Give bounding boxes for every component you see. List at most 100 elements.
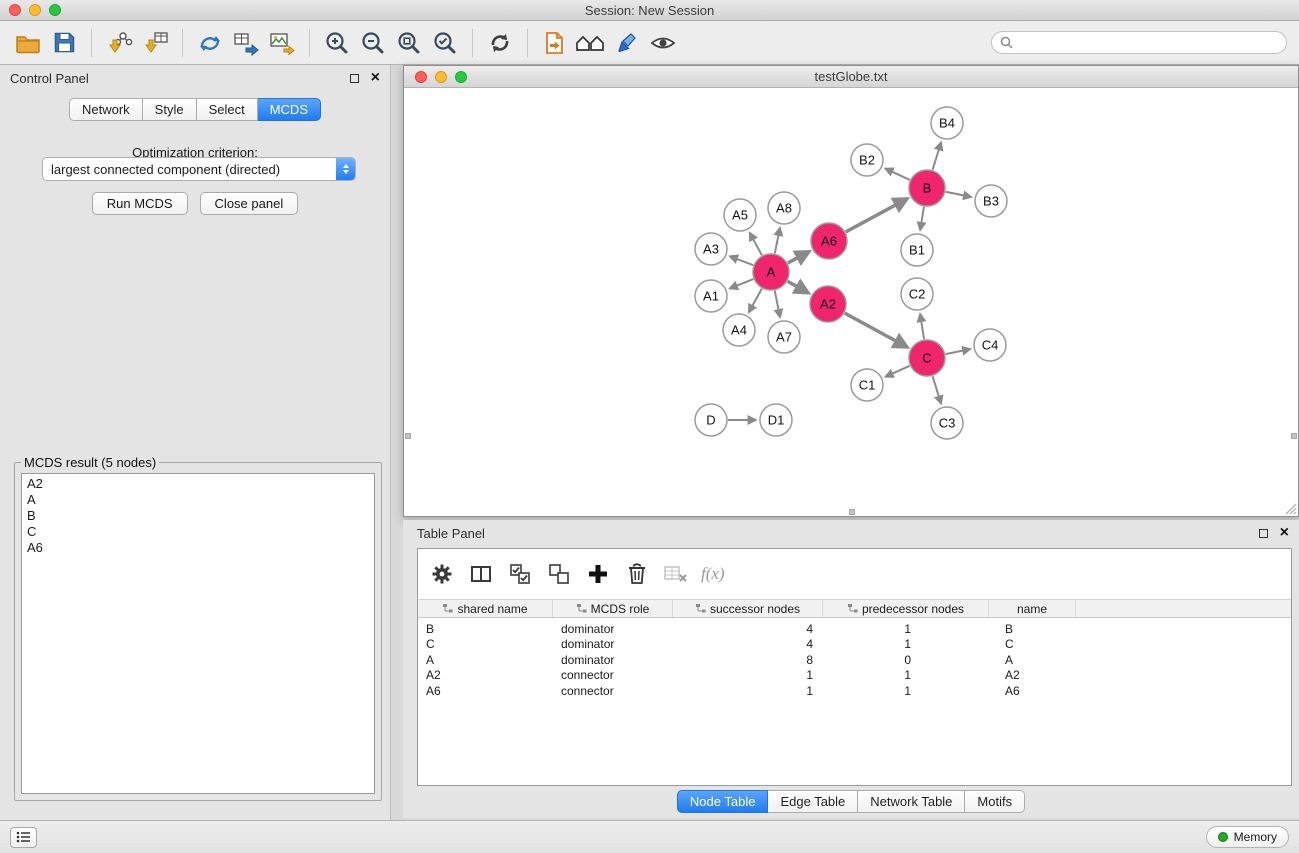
graph-node-A2[interactable]: A2: [810, 286, 846, 322]
graph-node-D[interactable]: D: [695, 404, 727, 436]
select-all-button[interactable]: [506, 560, 534, 588]
graph-edge-A-A8[interactable]: [775, 228, 780, 254]
zoom-window-button[interactable]: [49, 4, 61, 16]
column-header-successor-nodes[interactable]: successor nodes: [673, 600, 823, 617]
criterion-select[interactable]: largest connected component (directed): [42, 157, 356, 181]
tab-network[interactable]: Network: [69, 98, 143, 121]
graph-node-B3[interactable]: B3: [975, 185, 1007, 217]
toggle-visibility-button[interactable]: [645, 27, 681, 59]
graph-edge-A-A6[interactable]: [788, 251, 810, 263]
graph-edge-A-A4[interactable]: [749, 289, 762, 313]
tab-network-table[interactable]: Network Table: [858, 790, 965, 813]
graph-node-A3[interactable]: A3: [695, 233, 727, 265]
splitter-grip[interactable]: [849, 509, 855, 515]
graph-node-C[interactable]: C: [909, 340, 945, 376]
apply-layout-button[interactable]: [482, 27, 518, 59]
zoom-selected-button[interactable]: [427, 27, 463, 59]
graph-node-A7[interactable]: A7: [768, 321, 800, 353]
table-settings-button[interactable]: [428, 560, 456, 588]
show-columns-button[interactable]: [467, 560, 495, 588]
graph-node-A1[interactable]: A1: [695, 280, 727, 312]
tab-select[interactable]: Select: [197, 98, 258, 121]
graph-edge-C-C2[interactable]: [920, 314, 924, 339]
function-builder-button[interactable]: f(x): [701, 560, 725, 588]
search-input[interactable]: [1018, 36, 1278, 50]
table-row[interactable]: Cdominator41C: [418, 637, 1291, 653]
import-table-button[interactable]: [137, 27, 173, 59]
zoom-out-button[interactable]: [355, 27, 391, 59]
graph-node-C1[interactable]: C1: [851, 369, 883, 401]
mcds-result-list[interactable]: A2ABCA6: [21, 473, 375, 794]
zoom-fit-button[interactable]: [391, 27, 427, 59]
tab-edge-table[interactable]: Edge Table: [768, 790, 858, 813]
show-panels-button[interactable]: [10, 827, 37, 848]
result-item[interactable]: A6: [27, 540, 374, 556]
close-table-panel-icon[interactable]: ×: [1280, 527, 1289, 539]
splitter-grip[interactable]: [405, 433, 411, 439]
graph-node-C4[interactable]: C4: [974, 329, 1006, 361]
switch-document-button[interactable]: [537, 27, 573, 59]
graph-edge-A-A7[interactable]: [775, 291, 780, 318]
new-network-from-selection-button[interactable]: [192, 27, 228, 59]
graph-edge-B-B4[interactable]: [933, 142, 942, 170]
graph-edge-B-B1[interactable]: [920, 207, 924, 230]
result-item[interactable]: C: [27, 524, 374, 540]
column-header-mcds-role[interactable]: MCDS role: [553, 600, 673, 617]
graph-edge-B-B3[interactable]: [946, 192, 972, 197]
table-row[interactable]: A2connector11A2: [418, 668, 1291, 684]
table-row[interactable]: Adominator80A: [418, 652, 1291, 668]
graph-edge-C-C4[interactable]: [946, 349, 971, 354]
graph-node-A5[interactable]: A5: [724, 199, 756, 231]
graph-edge-A-A2[interactable]: [788, 281, 809, 293]
delete-table-button[interactable]: [662, 560, 690, 588]
save-session-button[interactable]: [46, 27, 82, 59]
network-canvas[interactable]: B4B2BB3A5A8A6A3B1AC2A1A2A4A7C4CC1C3DD1: [404, 89, 1298, 516]
graph-node-B[interactable]: B: [909, 170, 945, 206]
add-column-button[interactable]: [584, 560, 612, 588]
zoom-in-button[interactable]: [319, 27, 355, 59]
delete-column-button[interactable]: [623, 560, 651, 588]
table-row[interactable]: A6connector11A6: [418, 683, 1291, 699]
graph-node-C3[interactable]: C3: [931, 407, 963, 439]
graph-edge-C-C3[interactable]: [933, 376, 942, 404]
splitter-grip[interactable]: [1291, 433, 1297, 439]
annotation-pen-button[interactable]: [609, 27, 645, 59]
tab-node-table[interactable]: Node Table: [677, 790, 769, 813]
column-header-predecessor-nodes[interactable]: predecessor nodes: [823, 600, 989, 617]
float-table-panel-icon[interactable]: [1259, 529, 1268, 538]
graph-edge-A2-C[interactable]: [845, 313, 908, 347]
column-header-name[interactable]: name: [989, 600, 1076, 617]
close-network-button[interactable]: [415, 71, 427, 83]
tab-motifs[interactable]: Motifs: [965, 790, 1025, 813]
graph-edge-C-C1[interactable]: [885, 366, 909, 377]
network-graph[interactable]: B4B2BB3A5A8A6A3B1AC2A1A2A4A7C4CC1C3DD1: [404, 89, 1298, 516]
graph-node-B4[interactable]: B4: [931, 107, 963, 139]
graph-node-A8[interactable]: A8: [768, 192, 800, 224]
network-window-titlebar[interactable]: testGlobe.txt: [404, 66, 1298, 88]
graph-node-D1[interactable]: D1: [760, 404, 792, 436]
graph-node-C2[interactable]: C2: [901, 278, 933, 310]
export-table-button[interactable]: [228, 27, 264, 59]
graph-node-B2[interactable]: B2: [851, 144, 883, 176]
graph-node-A6[interactable]: A6: [811, 223, 847, 259]
result-item[interactable]: A: [27, 492, 374, 508]
run-mcds-button[interactable]: Run MCDS: [92, 192, 188, 215]
graph-node-A4[interactable]: A4: [723, 314, 755, 346]
resize-corner-icon[interactable]: [1284, 502, 1297, 515]
import-network-button[interactable]: [101, 27, 137, 59]
tab-mcds[interactable]: MCDS: [258, 98, 321, 121]
home-button[interactable]: [573, 27, 609, 59]
open-session-button[interactable]: [10, 27, 46, 59]
close-window-button[interactable]: [9, 4, 21, 16]
result-item[interactable]: A2: [27, 476, 374, 492]
column-header-shared-name[interactable]: shared name: [418, 600, 553, 617]
close-panel-icon[interactable]: ×: [371, 72, 380, 84]
zoom-network-button[interactable]: [455, 71, 467, 83]
minimize-network-button[interactable]: [435, 71, 447, 83]
export-image-button[interactable]: [264, 27, 300, 59]
deselect-all-button[interactable]: [545, 560, 573, 588]
graph-node-A[interactable]: A: [753, 254, 789, 290]
result-item[interactable]: B: [27, 508, 374, 524]
tab-style[interactable]: Style: [143, 98, 197, 121]
minimize-window-button[interactable]: [29, 4, 41, 16]
